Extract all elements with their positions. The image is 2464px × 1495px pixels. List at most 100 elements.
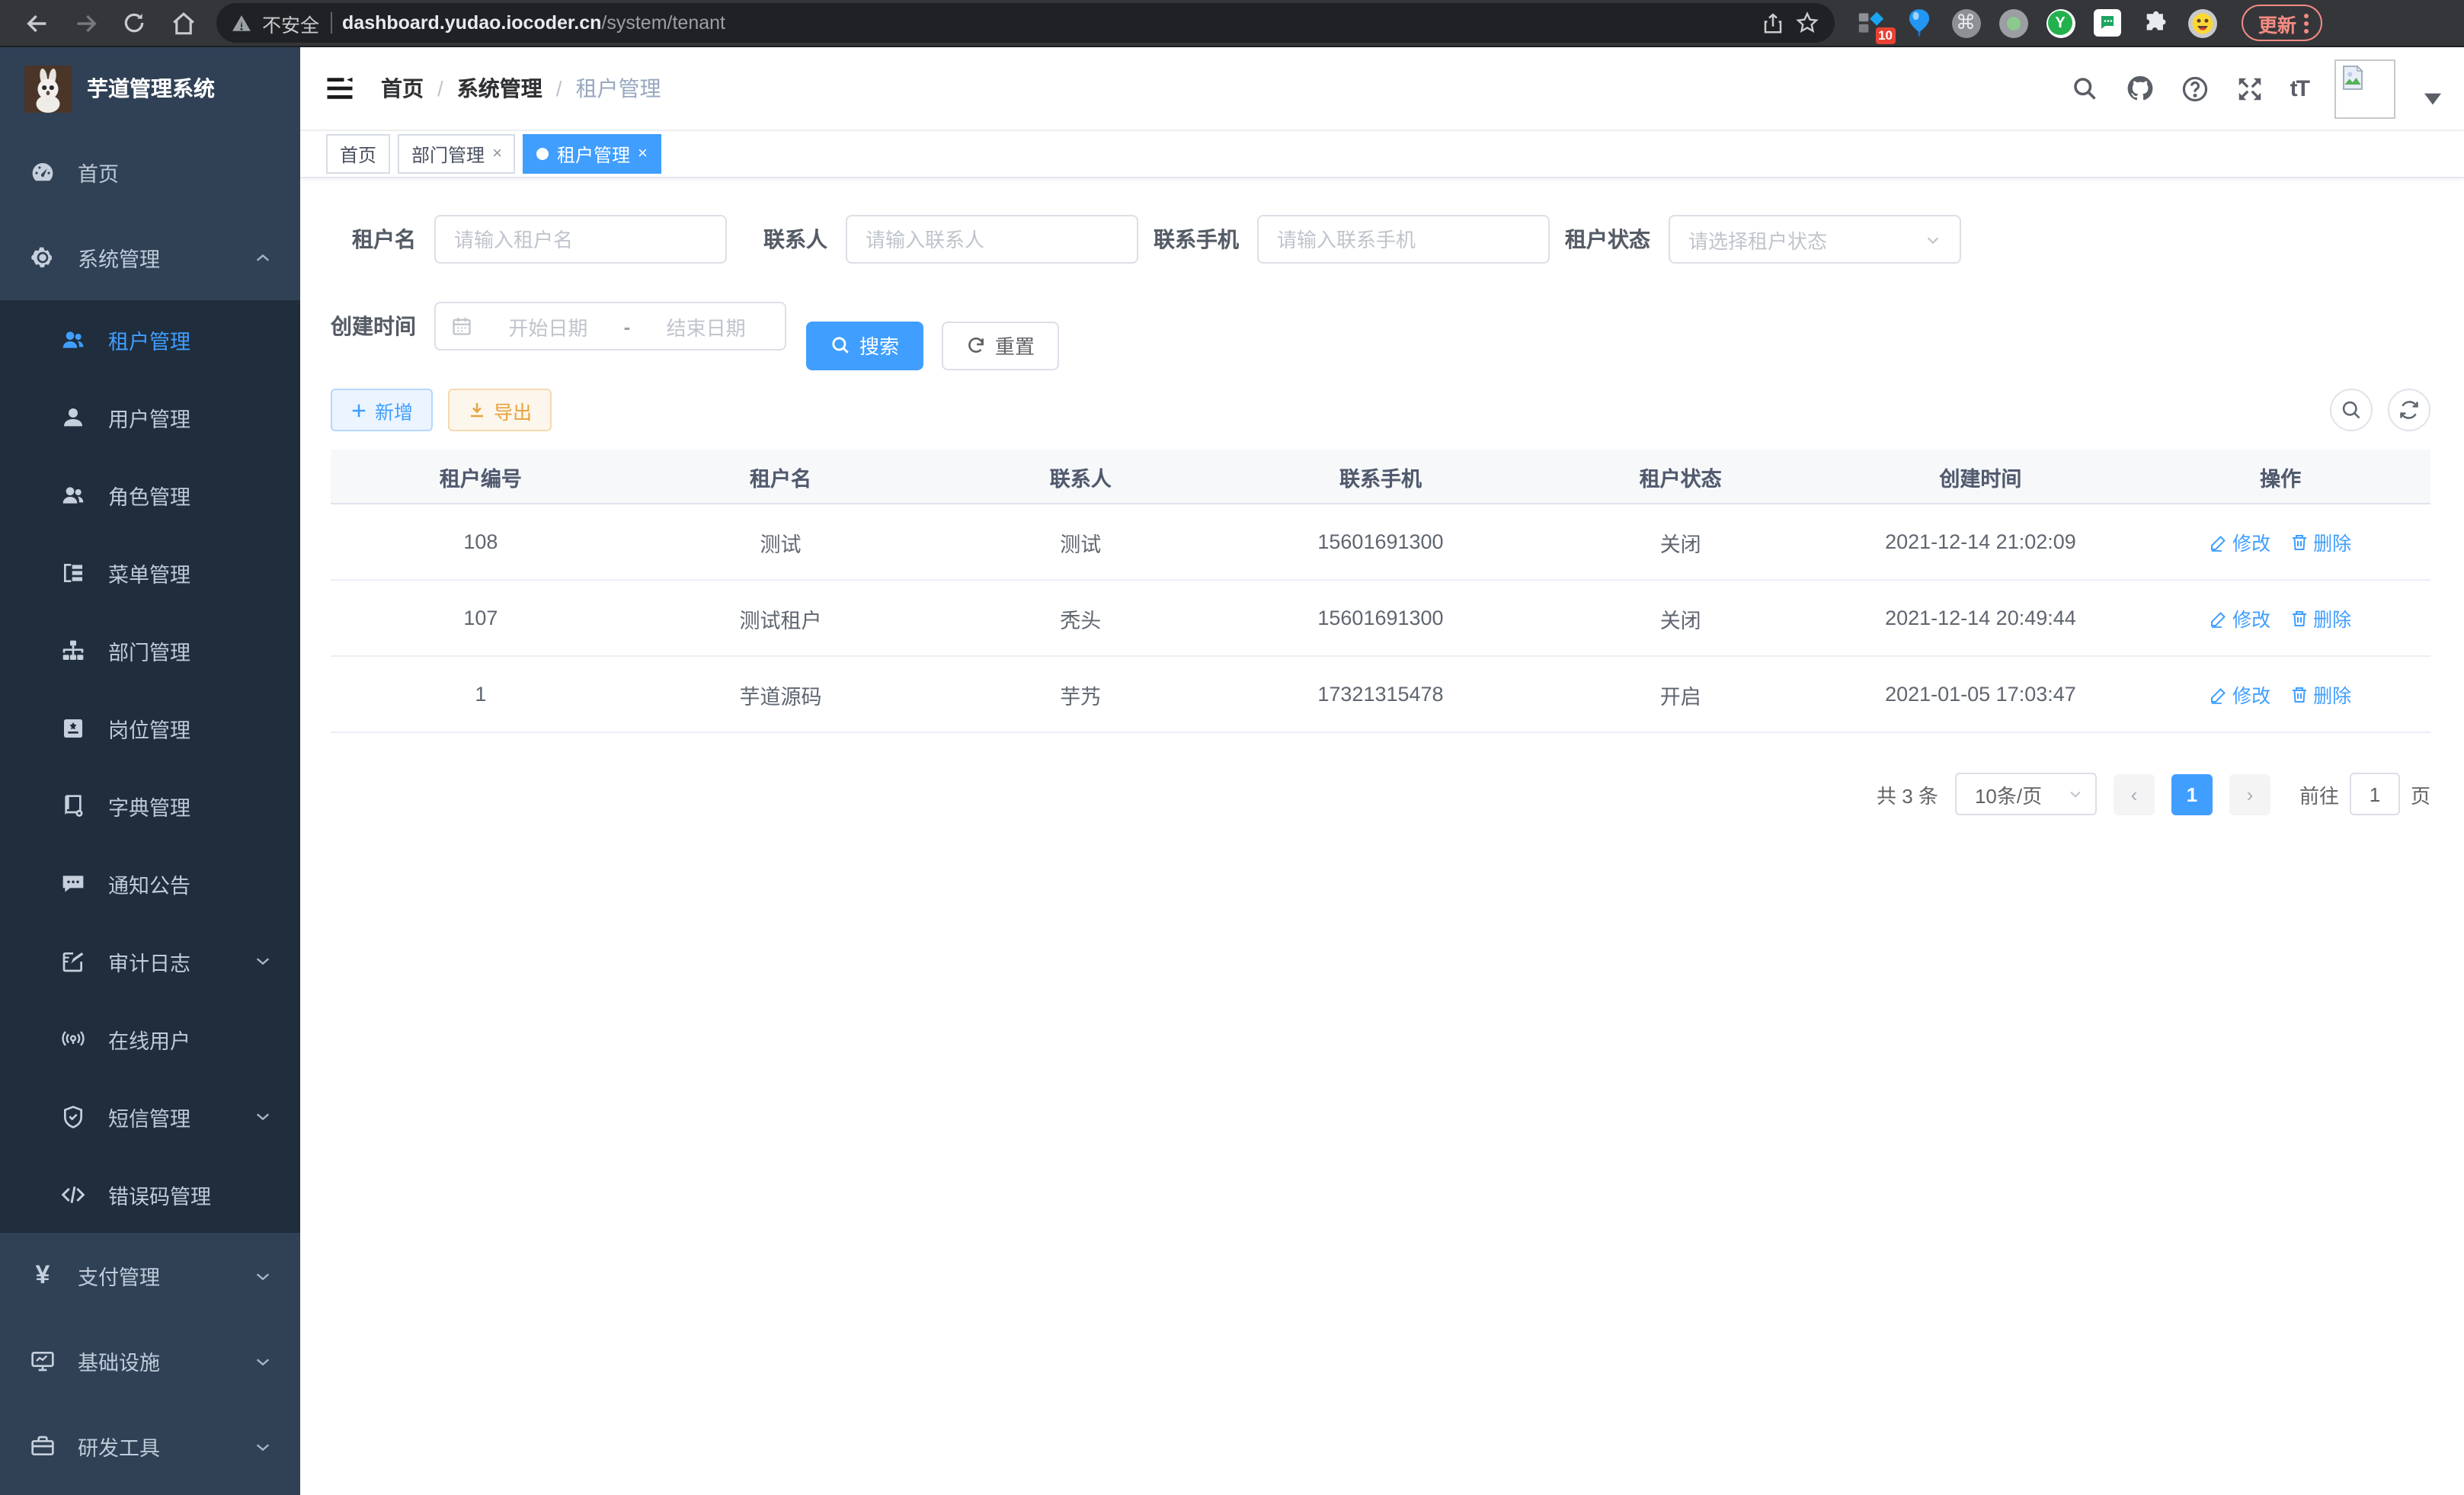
tenant-name-input[interactable] xyxy=(454,228,707,251)
help-icon[interactable] xyxy=(2181,74,2210,103)
sidebar-item-errcode[interactable]: 错误码管理 xyxy=(0,1155,300,1233)
refresh-table-button[interactable] xyxy=(2388,389,2430,431)
cell-actions: 修改 删除 xyxy=(2130,680,2430,709)
forward-icon[interactable] xyxy=(64,3,107,43)
sidebar-item-label: 角色管理 xyxy=(108,479,190,510)
dashboard-icon xyxy=(30,160,55,184)
delete-link[interactable]: 删除 xyxy=(2290,603,2351,632)
extension-command-icon[interactable]: ⌘ xyxy=(1950,8,1981,38)
tab-home[interactable]: 首页 xyxy=(326,134,390,174)
calendar-icon xyxy=(451,315,472,337)
extension-balloon-icon[interactable] xyxy=(1903,8,1934,38)
share-icon[interactable] xyxy=(1762,11,1784,34)
edit-link[interactable]: 修改 xyxy=(2210,680,2270,709)
sidebar-item-notice[interactable]: 通知公告 xyxy=(0,844,300,922)
avatar[interactable] xyxy=(2334,59,2395,118)
page-suffix-label: 页 xyxy=(2411,780,2430,808)
export-button[interactable]: 导出 xyxy=(448,389,552,431)
url-divider xyxy=(330,12,331,34)
status-select[interactable]: 请选择租户状态 xyxy=(1669,215,1961,264)
sidebar-item-devtool[interactable]: 研发工具 xyxy=(0,1404,300,1489)
sidebar-item-sms[interactable]: 短信管理 xyxy=(0,1077,300,1155)
page-1-button[interactable]: 1 xyxy=(2171,773,2213,815)
sidebar-item-pay[interactable]: ¥ 支付管理 xyxy=(0,1233,300,1318)
sidebar-item-label: 字典管理 xyxy=(108,790,190,821)
edit-link[interactable]: 修改 xyxy=(2210,527,2270,556)
extension-chat-icon[interactable] xyxy=(2092,8,2123,38)
sidebar-item-label: 租户管理 xyxy=(108,324,190,354)
url-text[interactable]: dashboard.yudao.iocoder.cn/system/tenant xyxy=(342,12,1751,34)
tab-dept[interactable]: 部门管理 × xyxy=(398,134,516,174)
cell-mobile: 15601691300 xyxy=(1230,530,1531,553)
extension-y-icon[interactable]: Y xyxy=(2045,8,2075,38)
sidebar-item-system[interactable]: 系统管理 xyxy=(0,215,300,300)
sidebar-item-tenant[interactable]: 租户管理 xyxy=(0,300,300,378)
cell-contact: 测试 xyxy=(930,527,1230,557)
pagination-total: 共 3 条 xyxy=(1877,780,1938,808)
toggle-search-button[interactable] xyxy=(2330,389,2373,431)
search-button[interactable]: 搜索 xyxy=(806,321,923,370)
sidebar-item-audit[interactable]: 审计日志 xyxy=(0,922,300,1000)
font-size-icon[interactable]: tT xyxy=(2290,75,2309,101)
sidebar-item-user[interactable]: 用户管理 xyxy=(0,378,300,456)
tab-tenant[interactable]: 租户管理 × xyxy=(523,134,661,174)
breadcrumb-separator: / xyxy=(437,76,443,101)
sidebar-item-role[interactable]: 角色管理 xyxy=(0,456,300,533)
edit-link[interactable]: 修改 xyxy=(2210,603,2270,632)
prev-page-button[interactable]: ‹ xyxy=(2114,773,2155,815)
hamburger-icon[interactable] xyxy=(323,72,357,105)
sms-shield-icon xyxy=(61,1104,85,1128)
mobile-input[interactable] xyxy=(1277,228,1530,251)
delete-link[interactable]: 删除 xyxy=(2290,680,2351,709)
caret-down-icon[interactable] xyxy=(2424,93,2441,105)
reset-button[interactable]: 重置 xyxy=(942,321,1059,370)
sidebar-item-online[interactable]: 在线用户 xyxy=(0,1000,300,1077)
page-size-select[interactable]: 10条/页 xyxy=(1955,773,2097,815)
home-icon[interactable] xyxy=(162,3,204,43)
sidebar-item-label: 通知公告 xyxy=(108,868,190,898)
breadcrumb-system[interactable]: 系统管理 xyxy=(457,73,542,104)
cell-id: 108 xyxy=(331,530,631,553)
goto-page-input[interactable] xyxy=(2350,773,2400,815)
sidebar: 芋道管理系统 首页 系统管理 租户管理 xyxy=(0,47,300,1495)
sidebar-item-home[interactable]: 首页 xyxy=(0,130,300,215)
tenant-users-icon xyxy=(61,327,85,351)
emoji-icon[interactable] xyxy=(2187,8,2217,38)
role-users-icon xyxy=(61,482,85,507)
url-bar[interactable]: 不安全 dashboard.yudao.iocoder.cn/system/te… xyxy=(216,3,1835,43)
sidebar-item-post[interactable]: 岗位管理 xyxy=(0,689,300,767)
search-icon[interactable] xyxy=(2071,74,2100,103)
chevron-down-icon xyxy=(2068,786,2083,802)
contact-input[interactable] xyxy=(866,228,1118,251)
back-icon[interactable] xyxy=(15,3,58,43)
close-icon[interactable]: × xyxy=(638,145,648,163)
sidebar-item-dept[interactable]: 部门管理 xyxy=(0,611,300,689)
puzzle-icon[interactable] xyxy=(2139,8,2170,38)
browser-update-button[interactable]: 更新 xyxy=(2242,5,2322,41)
cell-mobile: 17321315478 xyxy=(1230,683,1531,706)
star-icon[interactable] xyxy=(1795,11,1819,35)
extension-grid-icon[interactable]: 10 xyxy=(1856,8,1886,38)
sidebar-item-menu[interactable]: 菜单管理 xyxy=(0,533,300,611)
sidebar-item-label: 审计日志 xyxy=(108,946,190,976)
app-logo-row[interactable]: 芋道管理系统 xyxy=(0,47,300,130)
delete-link[interactable]: 删除 xyxy=(2290,527,2351,556)
fullscreen-icon[interactable] xyxy=(2235,74,2264,103)
breadcrumb-home[interactable]: 首页 xyxy=(381,73,424,104)
add-button[interactable]: 新增 xyxy=(331,389,433,431)
close-icon[interactable]: × xyxy=(492,145,502,163)
extension-dot-icon[interactable] xyxy=(1998,8,2028,38)
col-status: 租户状态 xyxy=(1531,461,1831,491)
warning-icon xyxy=(232,13,251,33)
github-icon[interactable] xyxy=(2126,74,2155,103)
next-page-button[interactable]: › xyxy=(2229,773,2270,815)
cell-contact: 芋艿 xyxy=(930,679,1230,709)
table-tools xyxy=(2330,389,2430,431)
gear-icon xyxy=(30,245,55,270)
security-label[interactable]: 不安全 xyxy=(262,8,319,37)
reload-icon[interactable] xyxy=(113,3,155,43)
end-date-placeholder: 结束日期 xyxy=(642,312,770,341)
sidebar-item-dict[interactable]: 字典管理 xyxy=(0,767,300,844)
sidebar-item-infra[interactable]: 基础设施 xyxy=(0,1318,300,1404)
date-range-input[interactable]: 开始日期 - 结束日期 xyxy=(434,302,786,351)
